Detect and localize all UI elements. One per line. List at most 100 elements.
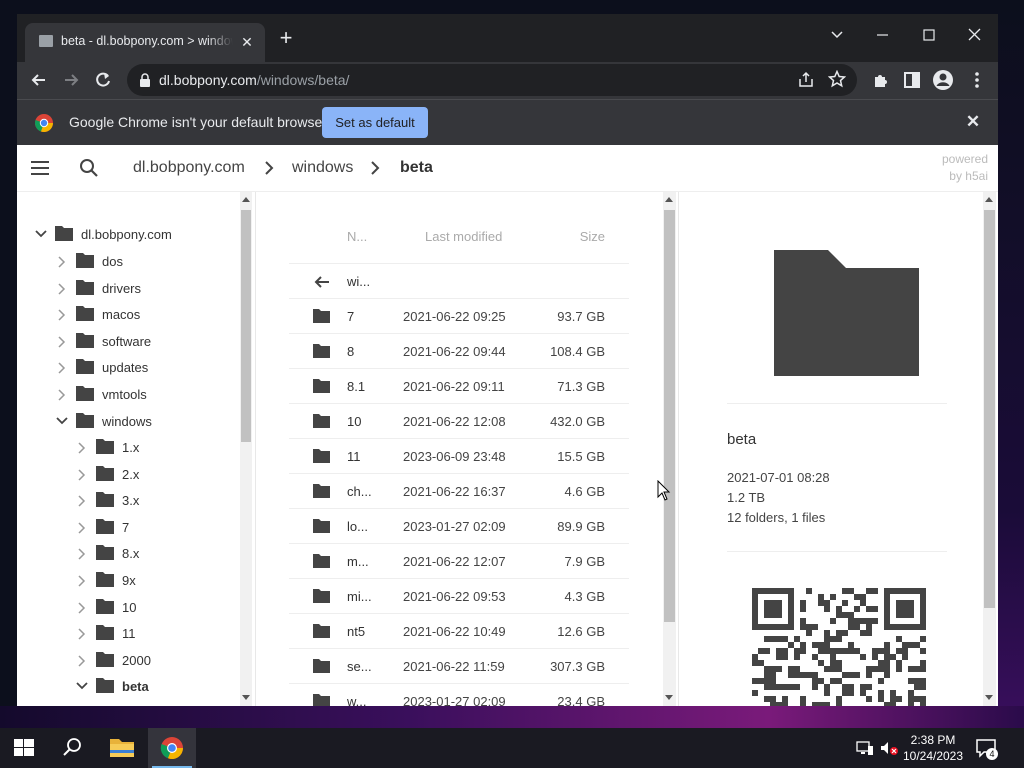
address-bar[interactable]: dl.bobpony.com/windows/beta/ xyxy=(127,64,857,96)
sidebar-scroll-thumb[interactable] xyxy=(241,210,251,442)
info-scroll-thumb[interactable] xyxy=(984,210,995,608)
row-size: 93.7 GB xyxy=(557,309,605,324)
search-icon[interactable] xyxy=(79,158,99,178)
chevron-right-icon[interactable] xyxy=(56,362,66,374)
file-row[interactable]: 7 2021-06-22 09:25 93.7 GB xyxy=(289,299,629,334)
scroll-up-arrow-icon[interactable] xyxy=(985,197,993,202)
scroll-down-arrow-icon[interactable] xyxy=(985,695,993,700)
tab-search-chevron-icon[interactable] xyxy=(817,20,857,50)
qr-code-icon xyxy=(752,588,926,706)
list-scroll-thumb[interactable] xyxy=(664,210,675,622)
browser-tab[interactable]: beta - dl.bobpony.com > windows ✕ xyxy=(25,23,265,62)
parent-folder-row[interactable]: wi... xyxy=(289,264,629,299)
volume-muted-icon[interactable] xyxy=(879,740,899,756)
extensions-puzzle-icon[interactable] xyxy=(869,67,895,93)
network-icon[interactable] xyxy=(856,740,874,756)
back-arrow-icon[interactable] xyxy=(26,67,52,93)
url-host: dl.bobpony.com xyxy=(159,72,257,88)
folder-icon xyxy=(96,439,114,454)
side-panel-icon[interactable] xyxy=(899,67,925,93)
row-modified: 2023-01-27 02:09 xyxy=(403,519,506,534)
bookmark-star-icon[interactable] xyxy=(828,70,846,88)
row-name: nt5 xyxy=(347,624,366,639)
tree-item-label: 11 xyxy=(122,626,136,642)
chevron-right-icon[interactable] xyxy=(76,655,86,667)
chevron-right-icon[interactable] xyxy=(56,336,66,348)
powered-by-link[interactable]: powered by h5ai xyxy=(922,151,988,185)
file-row[interactable]: mi... 2021-06-22 09:53 4.3 GB xyxy=(289,579,629,614)
row-name: mi... xyxy=(347,589,372,604)
folder-icon xyxy=(76,412,94,428)
search-icon[interactable] xyxy=(48,728,96,768)
scroll-up-arrow-icon[interactable] xyxy=(242,197,250,202)
file-row[interactable]: ch... 2021-06-22 16:37 4.6 GB xyxy=(289,474,629,509)
row-name: ch... xyxy=(347,484,372,499)
chevron-right-icon[interactable] xyxy=(76,548,86,560)
tree-item-label: drivers xyxy=(102,280,142,296)
file-row[interactable]: nt5 2021-06-22 10:49 12.6 GB xyxy=(289,614,629,649)
tree-item-label: 2000 xyxy=(122,652,151,668)
file-row[interactable]: 8.1 2021-06-22 09:11 71.3 GB xyxy=(289,369,629,404)
file-explorer-icon[interactable] xyxy=(98,728,146,768)
chevron-right-icon[interactable] xyxy=(76,602,86,614)
scroll-up-arrow-icon[interactable] xyxy=(665,197,673,202)
chevron-right-icon[interactable] xyxy=(76,442,86,454)
file-row[interactable]: 11 2023-06-09 23:48 15.5 GB xyxy=(289,439,629,474)
powered-by-line1: powered xyxy=(941,152,988,166)
share-icon[interactable] xyxy=(797,71,815,89)
column-header-name[interactable]: N... xyxy=(347,229,367,244)
file-row[interactable]: w... 2023-01-27 02:09 23.4 GB xyxy=(289,684,629,706)
file-row[interactable]: se... 2021-06-22 11:59 307.3 GB xyxy=(289,649,629,684)
sidebar-scrollbar[interactable] xyxy=(240,192,252,706)
chevron-right-icon[interactable] xyxy=(56,389,66,401)
minimize-button[interactable] xyxy=(862,20,902,50)
chevron-right-icon[interactable] xyxy=(76,575,86,587)
scroll-down-arrow-icon[interactable] xyxy=(242,695,250,700)
close-window-button[interactable] xyxy=(954,20,994,50)
column-header-size[interactable]: Size xyxy=(580,229,605,244)
chevron-down-icon[interactable] xyxy=(76,681,88,691)
chevron-right-icon[interactable] xyxy=(76,522,86,534)
lock-icon[interactable] xyxy=(139,73,151,87)
folder-icon xyxy=(96,492,114,508)
chevron-right-icon[interactable] xyxy=(76,469,86,481)
set-as-default-button[interactable]: Set as default xyxy=(322,107,428,138)
notifications-icon[interactable]: 4 xyxy=(976,739,998,760)
chevron-right-icon[interactable] xyxy=(76,495,86,507)
breadcrumb-root[interactable]: dl.bobpony.com xyxy=(133,159,245,177)
hamburger-menu-icon[interactable] xyxy=(31,160,51,176)
chevron-right-icon[interactable] xyxy=(56,283,66,295)
folder-icon xyxy=(313,379,330,393)
chrome-taskbar-icon[interactable] xyxy=(148,728,196,768)
chevron-right-icon[interactable] xyxy=(56,309,66,321)
file-row[interactable]: 10 2021-06-22 12:08 432.0 GB xyxy=(289,404,629,439)
chevron-right-icon[interactable] xyxy=(76,628,86,640)
chevron-right-icon xyxy=(264,161,274,175)
menu-kebab-icon[interactable] xyxy=(964,67,990,93)
forward-arrow-icon[interactable] xyxy=(58,67,84,93)
tree-item-label: dos xyxy=(102,254,123,269)
reload-icon[interactable] xyxy=(90,67,116,93)
scroll-down-arrow-icon[interactable] xyxy=(665,695,673,700)
file-row[interactable]: 8 2021-06-22 09:44 108.4 GB xyxy=(289,334,629,369)
chevron-right-icon[interactable] xyxy=(56,256,66,268)
file-row[interactable]: lo... 2023-01-27 02:09 89.9 GB xyxy=(289,509,629,544)
chevron-right-icon xyxy=(370,161,380,175)
file-row[interactable]: m... 2021-06-22 12:07 7.9 GB xyxy=(289,544,629,579)
chevron-down-icon[interactable] xyxy=(56,416,68,426)
row-modified: 2021-06-22 09:25 xyxy=(403,309,506,324)
info-scrollbar[interactable] xyxy=(983,192,996,706)
system-clock[interactable]: 2:38 PM 10/24/2023 xyxy=(902,732,964,764)
start-button[interactable] xyxy=(0,728,48,768)
chevron-down-icon[interactable] xyxy=(35,229,47,239)
column-header-modified[interactable]: Last modified xyxy=(425,229,502,244)
new-tab-button[interactable]: + xyxy=(275,27,297,50)
maximize-button[interactable] xyxy=(908,20,948,50)
infobar-close-icon[interactable]: ✕ xyxy=(963,112,983,132)
breadcrumb-current[interactable]: beta xyxy=(400,159,433,177)
profile-avatar-icon[interactable] xyxy=(930,67,956,93)
tab-close-icon[interactable]: ✕ xyxy=(239,34,255,50)
breadcrumb-windows[interactable]: windows xyxy=(292,159,353,177)
h5ai-page: dl.bobpony.com windows beta powered by h… xyxy=(17,145,998,706)
list-scrollbar[interactable] xyxy=(663,192,676,706)
